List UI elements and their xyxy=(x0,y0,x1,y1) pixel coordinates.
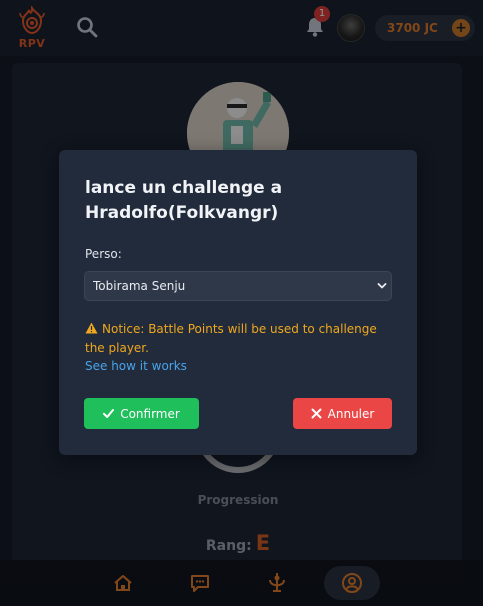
warning-icon xyxy=(85,322,98,334)
cancel-label: Annuler xyxy=(327,406,375,421)
dialog-title: lance un challenge a Hradolfo(Folkvangr) xyxy=(85,176,385,226)
perso-label: Perso: xyxy=(85,247,122,261)
close-icon xyxy=(311,408,322,419)
dialog-title-line1: lance un challenge a xyxy=(85,178,283,198)
check-icon xyxy=(103,409,115,418)
perso-select[interactable]: Tobirama Senju xyxy=(84,271,392,301)
dialog-title-line2: Hradolfo(Folkvangr) xyxy=(85,203,279,223)
notice-message: Notice: Battle Points will be used to ch… xyxy=(85,322,377,355)
notice-text: Notice: Battle Points will be used to ch… xyxy=(85,320,395,358)
challenge-dialog: lance un challenge a Hradolfo(Folkvangr)… xyxy=(59,150,417,455)
see-how-it-works-link[interactable]: See how it works xyxy=(85,359,187,373)
confirm-label: Confirmer xyxy=(120,406,180,421)
confirm-button[interactable]: Confirmer xyxy=(84,398,199,429)
cancel-button[interactable]: Annuler xyxy=(293,398,392,429)
